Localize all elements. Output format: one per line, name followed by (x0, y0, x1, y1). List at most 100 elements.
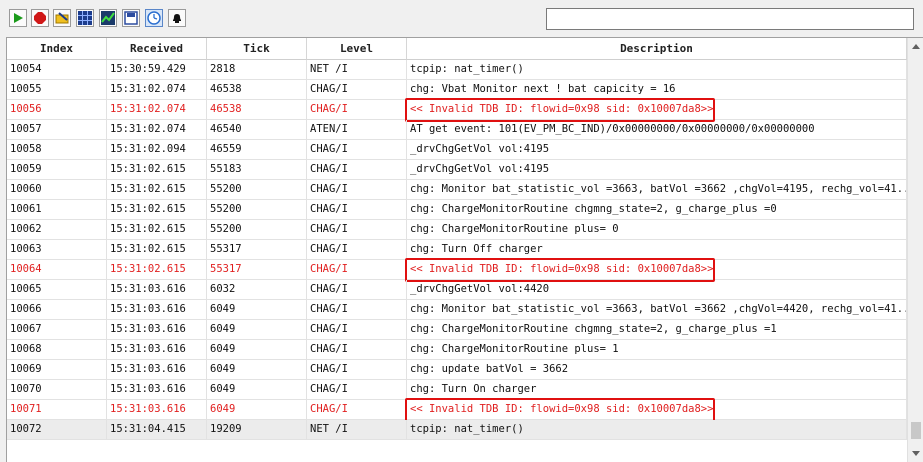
cell-received: 15:31:02.094 (107, 140, 207, 160)
table-view-button[interactable] (76, 9, 94, 27)
column-header-tick[interactable]: Tick (207, 38, 307, 60)
cell-level: CHAG/I (307, 180, 407, 200)
table-row[interactable]: 10067 15:31:03.616 6049 CHAG/I chg: ChargeMo… (7, 320, 907, 340)
search-input[interactable] (546, 8, 914, 30)
table-row[interactable]: 10063 15:31:02.615 55317 CHAG/I chg: Turn Of… (7, 240, 907, 260)
cell-tick: 6049 (207, 320, 307, 340)
table-row[interactable]: 10059 15:31:02.615 55183 CHAG/I _drvChgGetVo… (7, 160, 907, 180)
save-button[interactable] (122, 9, 140, 27)
cell-index: 10068 (7, 340, 107, 360)
start-button[interactable] (9, 9, 27, 27)
table-row[interactable]: 10058 15:31:02.094 46559 CHAG/I _drvChgGetVo… (7, 140, 907, 160)
alert-button[interactable] (168, 9, 186, 27)
cell-received: 15:31:02.074 (107, 80, 207, 100)
table-row[interactable]: 10060 15:31:02.615 55200 CHAG/I chg: Monitor… (7, 180, 907, 200)
cell-level: CHAG/I (307, 380, 407, 400)
cell-tick: 46559 (207, 140, 307, 160)
filter-icon (55, 12, 69, 24)
chevron-down-icon (912, 451, 920, 456)
cell-tick: 6049 (207, 300, 307, 320)
cell-received: 15:31:02.615 (107, 200, 207, 220)
cell-level: CHAG/I (307, 220, 407, 240)
table-row[interactable]: 10055 15:31:02.074 46538 CHAG/I chg: Vbat Mo… (7, 80, 907, 100)
cell-level: CHAG/I (307, 360, 407, 380)
cell-tick: 46538 (207, 80, 307, 100)
cell-received: 15:31:03.616 (107, 360, 207, 380)
cell-description: chg: ChargeMonitorRoutine chgmng_state=2… (407, 200, 907, 220)
table-row[interactable]: 10054 15:30:59.429 2818 NET /I tcpip: nat_ti… (7, 60, 907, 80)
cell-tick: 6049 (207, 400, 307, 420)
cell-description: chg: ChargeMonitorRoutine plus= 1 (407, 340, 907, 360)
table-row[interactable]: 10072 15:31:04.415 19209 NET /I tcpip: nat_t… (7, 420, 907, 440)
cell-level: NET /I (307, 60, 407, 80)
cell-index: 10058 (7, 140, 107, 160)
scroll-down-button[interactable] (908, 445, 923, 462)
vertical-scrollbar[interactable] (907, 38, 923, 462)
cell-level: CHAG/I (307, 340, 407, 360)
table-header: Index Received Tick Level Description (7, 38, 907, 60)
scroll-up-button[interactable] (908, 38, 923, 55)
cell-description: chg: ChargeMonitorRoutine chgmng_state=2… (407, 320, 907, 340)
filter-button[interactable] (53, 9, 71, 27)
cell-tick: 6049 (207, 340, 307, 360)
table-row[interactable]: 10065 15:31:03.616 6032 CHAG/I _drvChgGetVol… (7, 280, 907, 300)
cell-index: 10057 (7, 120, 107, 140)
chart-view-button[interactable] (99, 9, 117, 27)
cell-description: _drvChgGetVol vol:4195 (407, 140, 907, 160)
cell-description: AT get event: 101(EV_PM_BC_IND)/0x000000… (407, 120, 907, 140)
cell-index: 10071 (7, 400, 107, 420)
cell-received: 15:31:03.616 (107, 380, 207, 400)
cell-tick: 55200 (207, 200, 307, 220)
cell-description: tcpip: nat_timer() (407, 420, 907, 440)
timestamp-toggle-button[interactable] (145, 9, 163, 27)
cell-tick: 6032 (207, 280, 307, 300)
table-row[interactable]: 10070 15:31:03.616 6049 CHAG/I chg: Turn On … (7, 380, 907, 400)
column-header-received[interactable]: Received (107, 38, 207, 60)
toolbar (0, 0, 923, 36)
table-row[interactable]: 10061 15:31:02.615 55200 CHAG/I chg: ChargeM… (7, 200, 907, 220)
column-header-description[interactable]: Description (407, 38, 907, 60)
cell-tick: 6049 (207, 360, 307, 380)
table-row[interactable]: 10057 15:31:02.074 46540 ATEN/I AT get event… (7, 120, 907, 140)
chevron-up-icon (912, 44, 920, 49)
table-row[interactable]: 10069 15:31:03.616 6049 CHAG/I chg: update b… (7, 360, 907, 380)
cell-description: chg: Turn On charger (407, 380, 907, 400)
cell-index: 10070 (7, 380, 107, 400)
cell-index: 10056 (7, 100, 107, 120)
cell-description: _drvChgGetVol vol:4195 (407, 160, 907, 180)
cell-description: _drvChgGetVol vol:4420 (407, 280, 907, 300)
table-row[interactable]: 10062 15:31:02.615 55200 CHAG/I chg: ChargeM… (7, 220, 907, 240)
cell-received: 15:31:03.616 (107, 300, 207, 320)
stop-icon (34, 12, 46, 24)
cell-level: ATEN/I (307, 120, 407, 140)
cell-index: 10060 (7, 180, 107, 200)
error-highlight-box (405, 98, 715, 122)
cell-index: 10054 (7, 60, 107, 80)
cell-tick: 55183 (207, 160, 307, 180)
cell-received: 15:31:02.074 (107, 120, 207, 140)
cell-level: CHAG/I (307, 240, 407, 260)
bell-icon (173, 14, 181, 23)
cell-received: 15:31:02.615 (107, 160, 207, 180)
cell-index: 10063 (7, 240, 107, 260)
cell-description: chg: update batVol = 3662 (407, 360, 907, 380)
cell-index: 10072 (7, 420, 107, 440)
cell-description: tcpip: nat_timer() (407, 60, 907, 80)
cell-tick: 55317 (207, 260, 307, 280)
table-row[interactable]: 10066 15:31:03.616 6049 CHAG/I chg: Monitor … (7, 300, 907, 320)
log-table: Index Received Tick Level Description 10… (6, 37, 923, 462)
stop-button[interactable] (31, 9, 49, 27)
cell-level: CHAG/I (307, 300, 407, 320)
cell-index: 10069 (7, 360, 107, 380)
cell-index: 10067 (7, 320, 107, 340)
scroll-thumb[interactable] (911, 422, 921, 439)
column-header-level[interactable]: Level (307, 38, 407, 60)
cell-description: chg: Turn Off charger (407, 240, 907, 260)
table-row[interactable]: 10068 15:31:03.616 6049 CHAG/I chg: ChargeMo… (7, 340, 907, 360)
column-header-index[interactable]: Index (7, 38, 107, 60)
table-icon (78, 11, 92, 25)
cell-description: chg: Vbat Monitor next ! bat capicity = … (407, 80, 907, 100)
cell-received: 15:31:03.616 (107, 400, 207, 420)
cell-received: 15:31:02.615 (107, 260, 207, 280)
cell-level: CHAG/I (307, 140, 407, 160)
